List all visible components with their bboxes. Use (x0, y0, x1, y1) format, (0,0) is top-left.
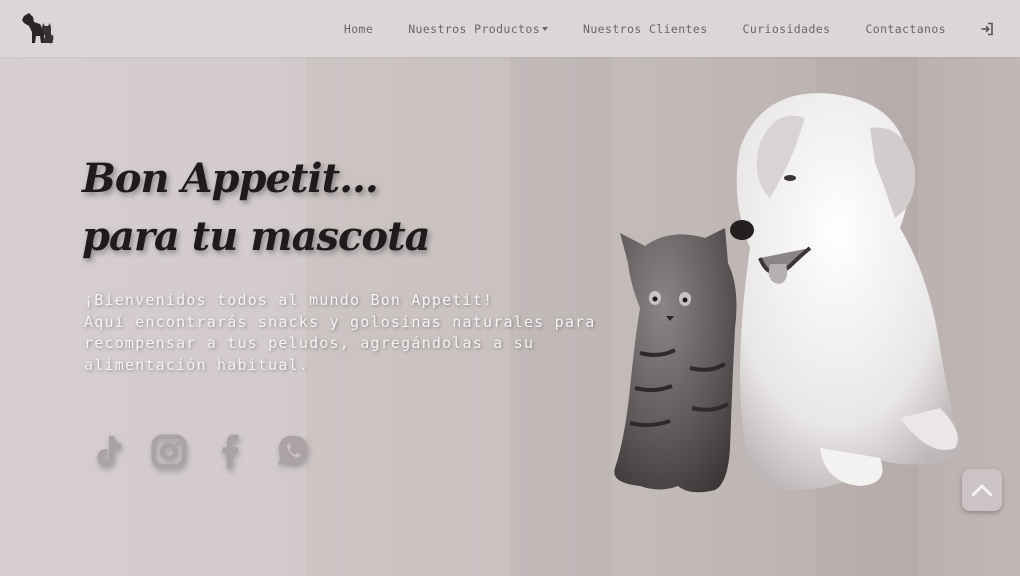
hero-title: Bon Appetit... para tu mascota (82, 150, 430, 266)
caret-down-icon (542, 26, 549, 31)
hero-text-line-1: ¡Bienvenidos todos al mundo Bon Appetit! (84, 291, 494, 309)
hero-title-line-2: para tu mascota (82, 213, 430, 260)
social-links (88, 431, 312, 471)
hero-text-line-3: recompensar a tus peludos, agregándolas … (84, 334, 535, 352)
nav-menu: Home Nuestros Productos Nuestros Cliente… (309, 0, 994, 57)
tiktok-icon[interactable] (88, 431, 126, 471)
sign-in-icon[interactable] (980, 22, 994, 36)
navbar: Home Nuestros Productos Nuestros Cliente… (0, 0, 1020, 57)
landing-page: Home Nuestros Productos Nuestros Cliente… (0, 0, 1020, 576)
whatsapp-icon[interactable] (274, 431, 312, 471)
nav-products-label: Nuestros Productos (408, 21, 541, 36)
chevron-up-icon (971, 484, 993, 497)
kitten-and-puppy-image (614, 93, 961, 493)
hero-welcome-text: ¡Bienvenidos todos al mundo Bon Appetit!… (84, 290, 604, 376)
instagram-icon[interactable] (150, 431, 188, 471)
hero-title-line-1: Bon Appetit... (82, 155, 379, 202)
nav-contact[interactable]: Contactanos (865, 22, 946, 36)
hero-text-line-4: alimentación habitual. (84, 355, 310, 374)
back-to-top-button[interactable] (962, 469, 1002, 511)
facebook-icon[interactable] (212, 431, 250, 471)
nav-curiosities[interactable]: Curiosidades (743, 22, 831, 36)
nav-clients[interactable]: Nuestros Clientes (583, 22, 708, 36)
hero-text-line-2: Aquí encontrarás snacks y golosinas natu… (84, 312, 596, 331)
nav-products-dropdown[interactable]: Nuestros Productos (408, 21, 549, 36)
dog-cat-logo-icon[interactable] (20, 10, 54, 46)
nav-home[interactable]: Home (344, 22, 373, 36)
